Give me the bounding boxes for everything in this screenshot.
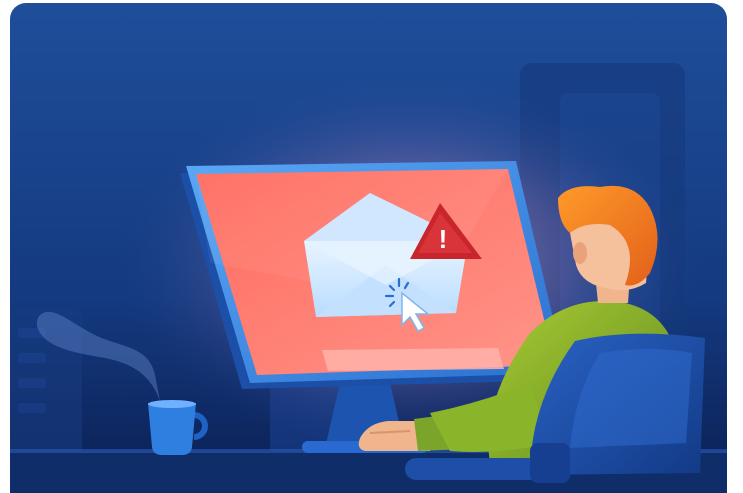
phishing-illustration: ! [10, 3, 727, 493]
screen-bar [322, 348, 504, 371]
warning-glyph: ! [439, 224, 448, 254]
illustration-canvas: ! [10, 3, 727, 493]
